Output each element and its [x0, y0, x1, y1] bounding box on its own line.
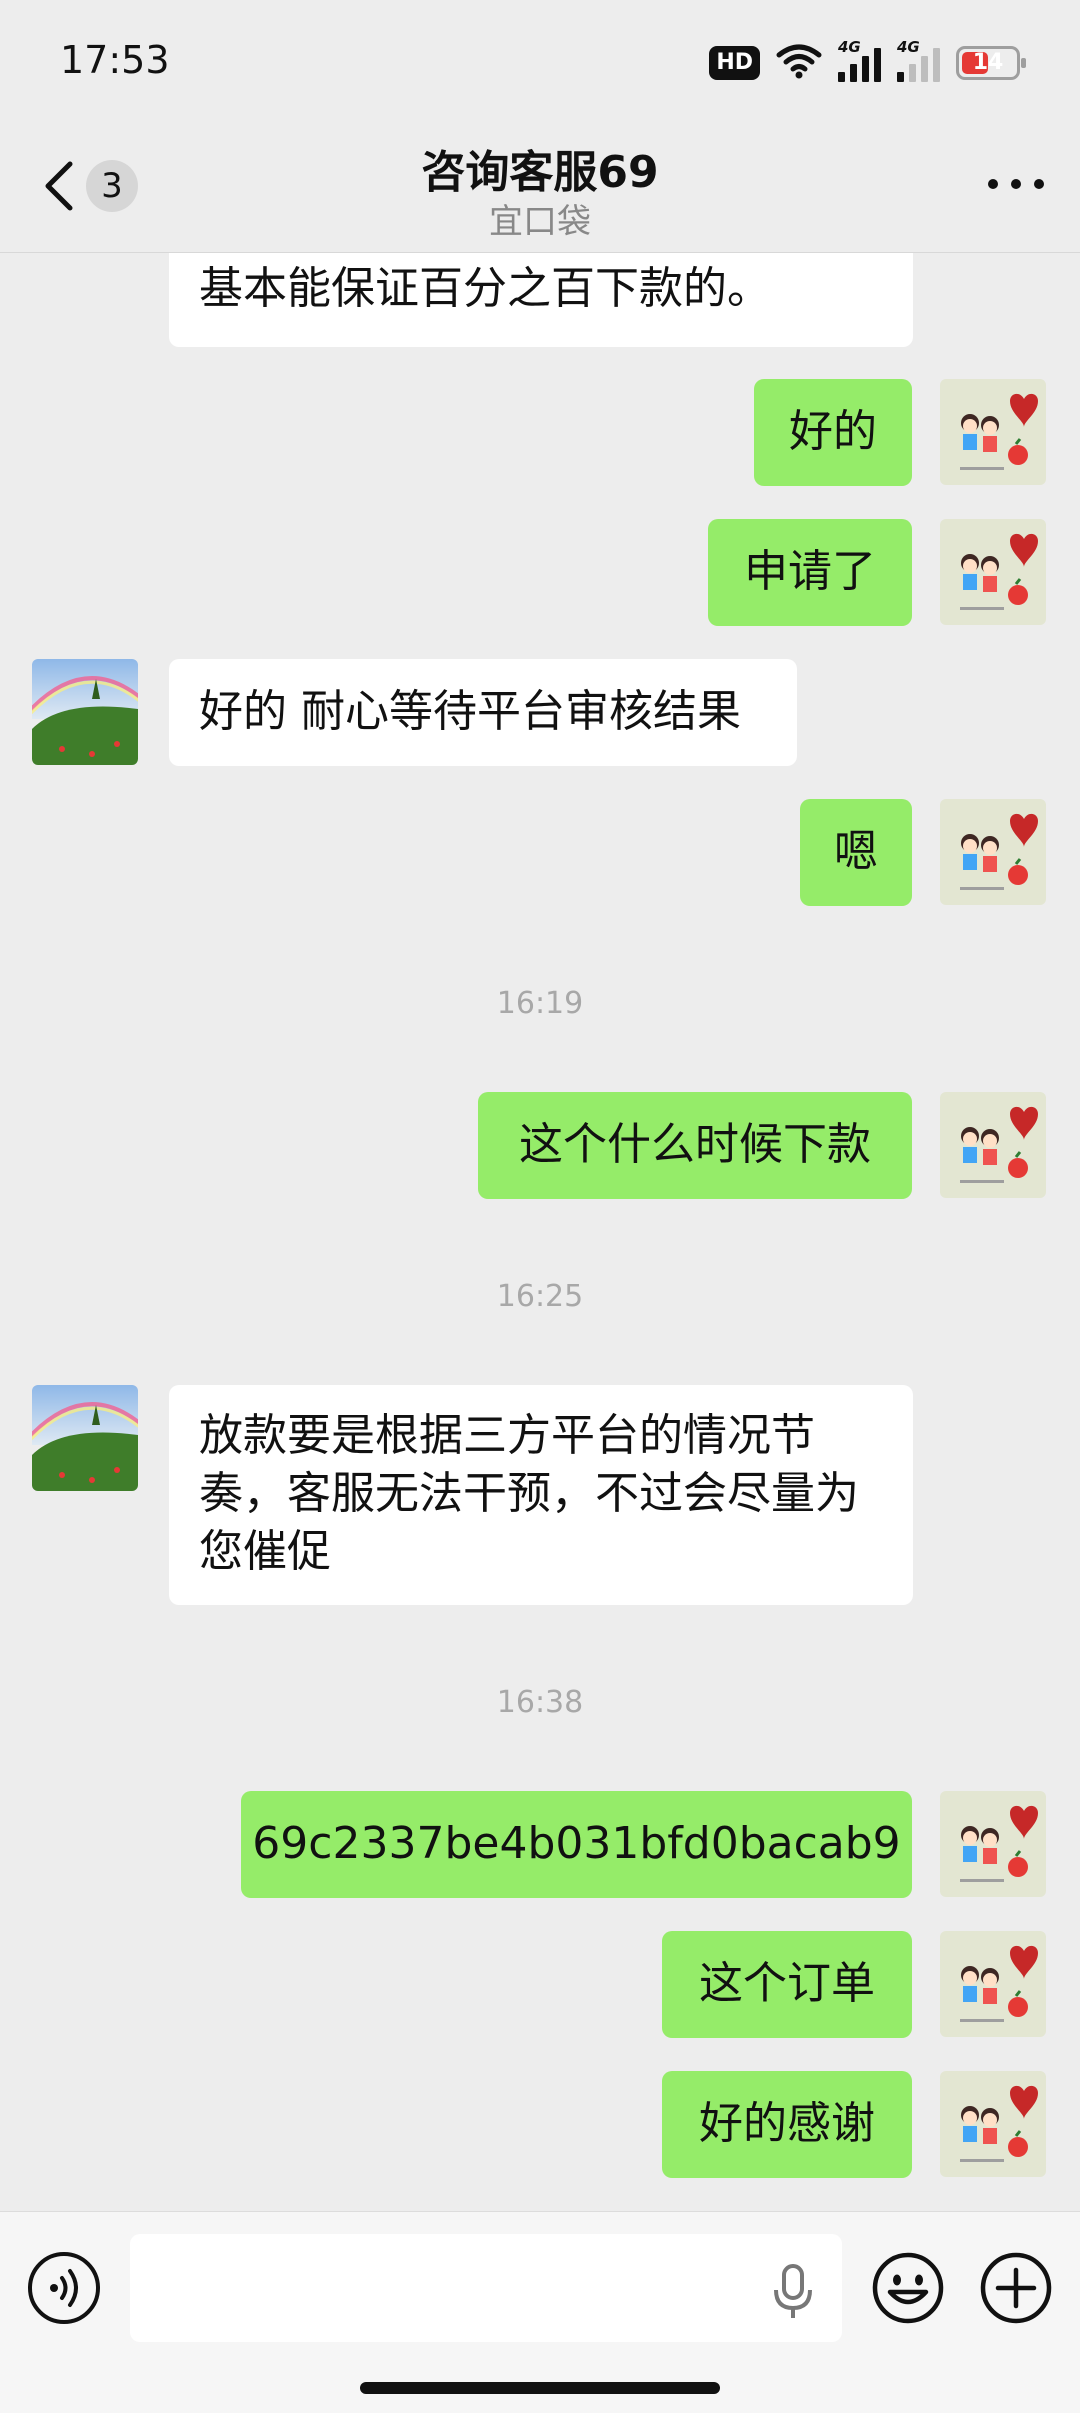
- emoji-button[interactable]: [870, 2250, 946, 2326]
- voice-icon: [50, 2269, 78, 2307]
- message-input-bar: [0, 2211, 1080, 2413]
- home-indicator[interactable]: [360, 2382, 720, 2394]
- my-avatar[interactable]: [940, 379, 1046, 485]
- signal-icon: 4G: [897, 38, 940, 82]
- voice-input-button[interactable]: [28, 2252, 100, 2324]
- more-actions-button[interactable]: [978, 2250, 1054, 2326]
- message-bubble-outgoing[interactable]: 这个什么时候下款: [478, 1092, 912, 1199]
- message-text: 基本能保证百分之百下款的。: [199, 263, 771, 314]
- message-bubble-incoming[interactable]: 放款要是根据三方平台的情况节 奏，客服无法干预，不过会尽量为 您催促: [169, 1385, 913, 1605]
- timestamp: 16:25: [496, 1279, 584, 1314]
- message-bubble-outgoing[interactable]: 好的感谢: [662, 2071, 912, 2178]
- my-avatar[interactable]: [940, 799, 1046, 905]
- message-text: 好的 耐心等待平台审核结果: [199, 686, 741, 737]
- signal-icon: 4G: [838, 38, 881, 82]
- message-text: 这个订单: [699, 1958, 875, 2009]
- message-text: 69c2337be4b031bfd0bacab9: [252, 1818, 901, 1869]
- battery-icon: 14: [956, 46, 1026, 80]
- message-text: 申请了: [744, 546, 876, 597]
- hd-icon: HD: [709, 46, 760, 80]
- more-options-button[interactable]: [988, 170, 1044, 198]
- chat-title: 咨询客服69: [421, 147, 659, 198]
- message-bubble-outgoing[interactable]: 好的: [754, 379, 912, 486]
- battery-level: 14: [972, 50, 1004, 75]
- message-bubble-outgoing[interactable]: 这个订单: [662, 1931, 912, 2038]
- timestamp: 16:19: [496, 986, 584, 1021]
- contact-avatar[interactable]: [32, 1385, 138, 1491]
- my-avatar[interactable]: [940, 1791, 1046, 1897]
- status-icons: HD 4G 4G 14: [709, 38, 1026, 86]
- my-avatar[interactable]: [940, 1931, 1046, 2037]
- chat-subtitle: 宜口袋: [489, 202, 591, 242]
- contact-avatar[interactable]: [32, 659, 138, 765]
- message-bubble-incoming[interactable]: 好的 耐心等待平台审核结果: [169, 659, 797, 766]
- message-input[interactable]: [130, 2234, 842, 2342]
- my-avatar[interactable]: [940, 519, 1046, 625]
- emoji-icon: [872, 2252, 944, 2324]
- message-text: 这个什么时候下款: [519, 1119, 871, 1170]
- timestamp: 16:38: [496, 1685, 584, 1720]
- message-bubble-outgoing[interactable]: 申请了: [708, 519, 912, 626]
- chat-header: 3 咨询客服69 宜口袋: [0, 120, 1080, 253]
- message-list[interactable]: 基本能保证百分之百下款的。 好的 申请了 好的 耐心等待平台审核结果 嗯 16:…: [0, 253, 1080, 2211]
- more-horizontal-icon: [988, 179, 998, 189]
- status-time: 17:53: [60, 38, 170, 82]
- my-avatar[interactable]: [940, 2071, 1046, 2177]
- microphone-icon[interactable]: [772, 2262, 814, 2322]
- message-text: 放款要是根据三方平台的情况节 奏，客服无法干预，不过会尽量为 您催促: [199, 1410, 859, 1577]
- my-avatar[interactable]: [940, 1092, 1046, 1198]
- message-bubble-outgoing[interactable]: 嗯: [800, 799, 912, 906]
- plus-icon: [980, 2252, 1052, 2324]
- message-text: 好的: [789, 406, 877, 457]
- message-text: 嗯: [834, 826, 878, 877]
- message-text: 好的感谢: [699, 2098, 875, 2149]
- wifi-icon: [776, 43, 822, 83]
- status-bar: 17:53 HD 4G 4G 14: [0, 0, 1080, 120]
- message-bubble-outgoing[interactable]: 69c2337be4b031bfd0bacab9: [241, 1791, 912, 1898]
- message-bubble-incoming[interactable]: 基本能保证百分之百下款的。: [169, 253, 913, 347]
